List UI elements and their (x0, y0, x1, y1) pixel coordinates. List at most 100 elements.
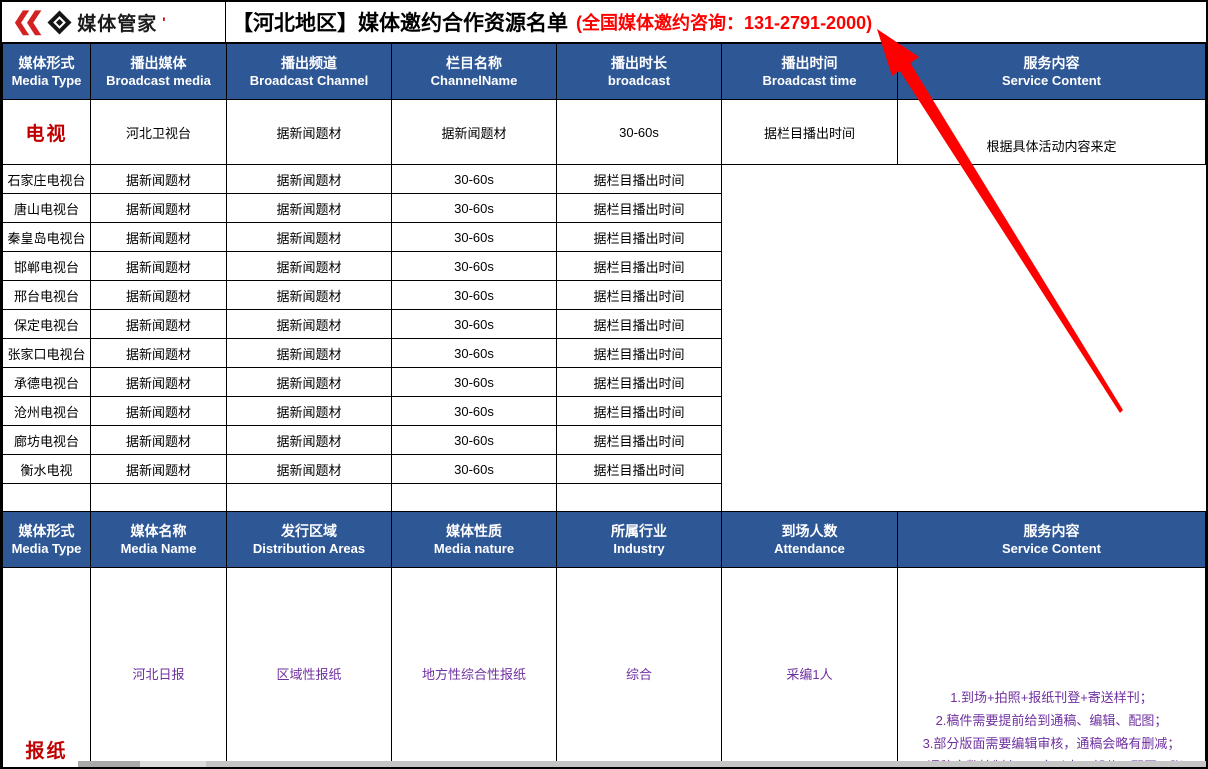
cell-duration: 30-60s (392, 397, 557, 426)
tv-service-content: 根据具体活动内容来定 (898, 136, 1205, 155)
cell-duration: 30-60s (392, 426, 557, 455)
cell-media: 承德电视台 (3, 368, 91, 397)
cell-channel: 据新闻题材 (91, 368, 227, 397)
cell-program: 据新闻题材 (392, 100, 557, 165)
table-row: 张家口电视台 据新闻题材 据新闻题材 30-60s 据栏目播出时间 (3, 339, 1206, 368)
empty-cell (227, 484, 392, 512)
cell-duration: 30-60s (392, 165, 557, 194)
screenshot-crop-strip (78, 761, 1206, 767)
table-row: 保定电视台 据新闻题材 据新闻题材 30-60s 据栏目播出时间 (3, 310, 1206, 339)
cell-duration: 30-60s (392, 281, 557, 310)
cell-time: 据栏目播出时间 (557, 252, 722, 281)
column-header: 播出时长 broadcast (557, 44, 722, 100)
column-header: 服务内容 Service Content (898, 512, 1206, 568)
diamond-logo-icon (48, 10, 72, 34)
paper-header-row: 媒体形式 Media Type 媒体名称 Media Name 发行区域 Dis… (3, 512, 1206, 568)
empty-row (3, 484, 1206, 512)
column-header-en: Distribution Areas (227, 541, 391, 558)
cell-channel: 据新闻题材 (91, 397, 227, 426)
cell-program: 据新闻题材 (227, 223, 392, 252)
service-line: 3.部分版面需要编辑审核，通稿会略有删减； (898, 732, 1205, 755)
column-header-zh: 播出媒体 (91, 53, 226, 73)
cell-time: 据栏目播出时间 (557, 310, 722, 339)
cell-nature: 地方性综合性报纸 (392, 568, 557, 769)
cell-duration: 30-60s (392, 194, 557, 223)
table-row: 报纸 河北日报 区域性报纸 地方性综合性报纸 综合 采编1人 1.到场+拍照+报… (3, 568, 1206, 769)
table-row: 唐山电视台 据新闻题材 据新闻题材 30-60s 据栏目播出时间 (3, 194, 1206, 223)
hotline-number: (全国媒体邀约咨询：131-2791-2000) (576, 9, 872, 35)
cell-duration: 30-60s (392, 310, 557, 339)
tv-header-row: 媒体形式 Media Type 播出媒体 Broadcast media 播出频… (3, 44, 1206, 100)
table-row: 邢台电视台 据新闻题材 据新闻题材 30-60s 据栏目播出时间 (3, 281, 1206, 310)
tv-body: 石家庄电视台 据新闻题材 据新闻题材 30-60s 据栏目播出时间 唐山电视台 … (3, 165, 1206, 484)
column-header-en: Broadcast media (91, 73, 226, 90)
cell-duration: 30-60s (557, 100, 722, 165)
cell-media: 邢台电视台 (3, 281, 91, 310)
column-header-en: ChannelName (392, 73, 556, 90)
cell-channel: 据新闻题材 (227, 100, 392, 165)
column-header-zh: 播出时长 (557, 53, 721, 73)
column-header: 播出时间 Broadcast time (722, 44, 898, 100)
column-header-en: Attendance (722, 541, 897, 558)
cell-program: 据新闻题材 (227, 310, 392, 339)
table-row: 衡水电视 据新闻题材 据新闻题材 30-60s 据栏目播出时间 (3, 455, 1206, 484)
cell-channel: 据新闻题材 (91, 194, 227, 223)
cell-media: 张家口电视台 (3, 339, 91, 368)
column-header: 所属行业 Industry (557, 512, 722, 568)
cell-program: 据新闻题材 (227, 281, 392, 310)
section-label-tv: 电视 (25, 124, 67, 145)
service-line: 1.到场+拍照+报纸刊登+寄送样刊； (898, 686, 1205, 709)
cell-duration: 30-60s (392, 252, 557, 281)
brand-name: 媒体管家 (77, 9, 157, 36)
column-header-zh: 所属行业 (557, 521, 721, 541)
cell-time: 据栏目播出时间 (722, 100, 898, 165)
cell-channel: 据新闻题材 (91, 426, 227, 455)
page-title: 【河北地区】媒体邀约合作资源名单 (232, 7, 568, 37)
cell-program: 据新闻题材 (227, 426, 392, 455)
column-header-zh: 播出频道 (227, 53, 391, 73)
column-header-en: Service Content (898, 541, 1205, 558)
column-header-zh: 媒体形式 (3, 521, 90, 541)
cell-time: 据栏目播出时间 (557, 281, 722, 310)
table-row: 秦皇岛电视台 据新闻题材 据新闻题材 30-60s 据栏目播出时间 (3, 223, 1206, 252)
cell-channel: 据新闻题材 (91, 165, 227, 194)
cell-program: 据新闻题材 (227, 194, 392, 223)
service-line: 2.稿件需要提前给到通稿、编辑、配图； (898, 709, 1205, 732)
cell-channel: 据新闻题材 (91, 455, 227, 484)
spreadsheet-screenshot: ❮❮ 媒体管家 ' 【河北地区】媒体邀约合作资源名单 (全国媒体邀约咨询：131… (0, 0, 1208, 769)
cell-channel: 据新闻题材 (91, 339, 227, 368)
table-row: 沧州电视台 据新闻题材 据新闻题材 30-60s 据栏目播出时间 (3, 397, 1206, 426)
column-header-en: Media Type (3, 541, 90, 558)
cell-time: 据栏目播出时间 (557, 426, 722, 455)
cell-channel: 据新闻题材 (91, 223, 227, 252)
cell-media: 廊坊电视台 (3, 426, 91, 455)
table-row: 承德电视台 据新闻题材 据新闻题材 30-60s 据栏目播出时间 (3, 368, 1206, 397)
column-header-zh: 服务内容 (898, 521, 1205, 541)
table-row: 电视 河北卫视台 据新闻题材 据新闻题材 30-60s 据栏目播出时间 根据具体… (3, 100, 1206, 165)
section-label-paper-cell: 报纸 (3, 568, 91, 769)
cell-time: 据栏目播出时间 (557, 368, 722, 397)
cell-channel: 据新闻题材 (91, 310, 227, 339)
tv-empty-row (3, 484, 1206, 512)
cell-duration: 30-60s (392, 455, 557, 484)
cell-media: 石家庄电视台 (3, 165, 91, 194)
title-bar: ❮❮ 媒体管家 ' 【河北地区】媒体邀约合作资源名单 (全国媒体邀约咨询：131… (2, 2, 1206, 43)
cell-media: 邯郸电视台 (3, 252, 91, 281)
cell-media: 河北卫视台 (91, 100, 227, 165)
column-header-zh: 媒体形式 (3, 53, 90, 73)
cell-program: 据新闻题材 (227, 397, 392, 426)
cell-media: 衡水电视 (3, 455, 91, 484)
cell-industry: 综合 (557, 568, 722, 769)
column-header-zh: 媒体名称 (91, 521, 226, 541)
column-header: 发行区域 Distribution Areas (227, 512, 392, 568)
cell-time: 据栏目播出时间 (557, 455, 722, 484)
column-header-en: Broadcast Channel (227, 73, 391, 90)
column-header-en: Media nature (392, 541, 556, 558)
cell-attendance: 采编1人 (722, 568, 898, 769)
column-header-zh: 媒体性质 (392, 521, 556, 541)
column-header: 播出频道 Broadcast Channel (227, 44, 392, 100)
column-header: 栏目名称 ChannelName (392, 44, 557, 100)
column-header: 媒体形式 Media Type (3, 44, 91, 100)
column-header: 播出媒体 Broadcast media (91, 44, 227, 100)
column-header: 媒体名称 Media Name (91, 512, 227, 568)
